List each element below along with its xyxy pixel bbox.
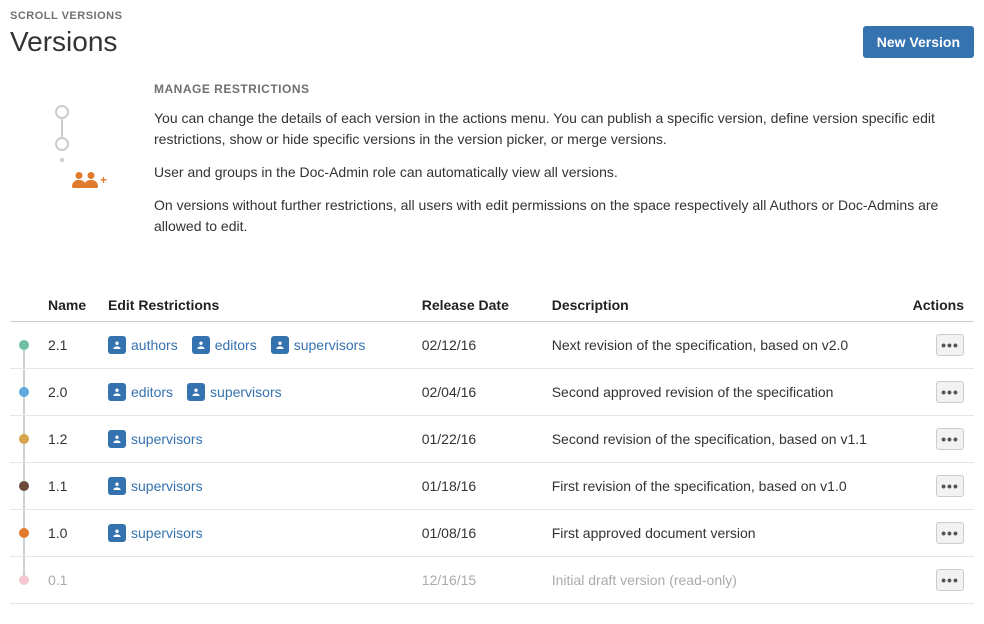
restriction-label: supervisors	[294, 337, 366, 353]
restrictions-cell: supervisors	[98, 510, 412, 557]
version-name: 0.1	[38, 557, 98, 604]
row-actions-button[interactable]: •••	[936, 334, 964, 356]
table-row: 1.2 supervisors 01/22/16Second revision of…	[10, 416, 974, 463]
version-description: First revision of the specification, bas…	[542, 463, 903, 510]
restriction-tag[interactable]: editors	[108, 383, 173, 401]
restriction-label: editors	[215, 337, 257, 353]
versions-table: Name Edit Restrictions Release Date Desc…	[10, 289, 974, 604]
row-actions-button[interactable]: •••	[936, 522, 964, 544]
group-icon	[108, 336, 126, 354]
col-name: Name	[38, 289, 98, 322]
timeline-dot	[19, 575, 29, 585]
restriction-tag[interactable]: supervisors	[187, 383, 282, 401]
restriction-label: supervisors	[210, 384, 282, 400]
restriction-label: supervisors	[131, 478, 203, 494]
timeline-dot	[19, 481, 29, 491]
restriction-tag[interactable]: supervisors	[108, 477, 203, 495]
version-name: 1.0	[38, 510, 98, 557]
intro-paragraph: On versions without further restrictions…	[154, 195, 974, 237]
restriction-tag[interactable]: supervisors	[108, 430, 203, 448]
table-row: 2.1 authors editors supervisors 02/12/16Next…	[10, 322, 974, 369]
table-row: 0.1 12/16/15Initial draft version (read-o…	[10, 557, 974, 604]
version-name: 2.1	[38, 322, 98, 369]
release-date: 02/12/16	[412, 322, 542, 369]
restrictions-cell	[98, 557, 412, 604]
group-icon	[271, 336, 289, 354]
intro-paragraph: User and groups in the Doc-Admin role ca…	[154, 162, 974, 183]
version-description: Second revision of the specification, ba…	[542, 416, 903, 463]
restriction-tag[interactable]: authors	[108, 336, 178, 354]
version-description: Second approved revision of the specific…	[542, 369, 903, 416]
timeline-dot	[19, 387, 29, 397]
group-icon	[108, 430, 126, 448]
restriction-label: authors	[131, 337, 178, 353]
intro-paragraph: You can change the details of each versi…	[154, 108, 974, 150]
timeline-dot	[19, 434, 29, 444]
restriction-tag[interactable]: supervisors	[108, 524, 203, 542]
restriction-label: supervisors	[131, 431, 203, 447]
restriction-tag[interactable]: editors	[192, 336, 257, 354]
version-description: Next revision of the specification, base…	[542, 322, 903, 369]
version-description: Initial draft version (read-only)	[542, 557, 903, 604]
restrictions-cell: supervisors	[98, 463, 412, 510]
restrictions-cell: authors editors supervisors	[98, 322, 412, 369]
group-icon	[108, 477, 126, 495]
col-release: Release Date	[412, 289, 542, 322]
col-actions: Actions	[903, 289, 974, 322]
col-restrictions: Edit Restrictions	[98, 289, 412, 322]
new-version-button[interactable]: New Version	[863, 26, 974, 58]
restriction-label: editors	[131, 384, 173, 400]
col-description: Description	[542, 289, 903, 322]
row-actions-button[interactable]: •••	[936, 428, 964, 450]
restriction-label: supervisors	[131, 525, 203, 541]
group-icon	[187, 383, 205, 401]
version-name: 1.1	[38, 463, 98, 510]
version-name: 1.2	[38, 416, 98, 463]
table-row: 1.1 supervisors 01/18/16First revision of …	[10, 463, 974, 510]
restrictions-cell: editors supervisors	[98, 369, 412, 416]
intro-illustration: +	[50, 82, 130, 249]
version-name: 2.0	[38, 369, 98, 416]
table-row: 2.0 editors supervisors 02/04/16Second appr…	[10, 369, 974, 416]
row-actions-button[interactable]: •••	[936, 475, 964, 497]
release-date: 12/16/15	[412, 557, 542, 604]
restriction-tag[interactable]: supervisors	[271, 336, 366, 354]
release-date: 02/04/16	[412, 369, 542, 416]
table-row: 1.0 supervisors 01/08/16First approved doc…	[10, 510, 974, 557]
row-actions-button[interactable]: •••	[936, 569, 964, 591]
group-icon	[108, 524, 126, 542]
plus-icon: +	[100, 173, 107, 187]
restrictions-cell: supervisors	[98, 416, 412, 463]
section-heading: MANAGE RESTRICTIONS	[154, 82, 974, 96]
page-title: Versions	[10, 26, 117, 58]
release-date: 01/18/16	[412, 463, 542, 510]
person-icon	[84, 172, 98, 188]
group-icon	[108, 383, 126, 401]
release-date: 01/22/16	[412, 416, 542, 463]
timeline-dot	[19, 340, 29, 350]
breadcrumb: SCROLL VERSIONS	[10, 10, 974, 22]
timeline-dot	[19, 528, 29, 538]
row-actions-button[interactable]: •••	[936, 381, 964, 403]
version-description: First approved document version	[542, 510, 903, 557]
release-date: 01/08/16	[412, 510, 542, 557]
col-timeline	[10, 289, 38, 322]
group-icon	[192, 336, 210, 354]
